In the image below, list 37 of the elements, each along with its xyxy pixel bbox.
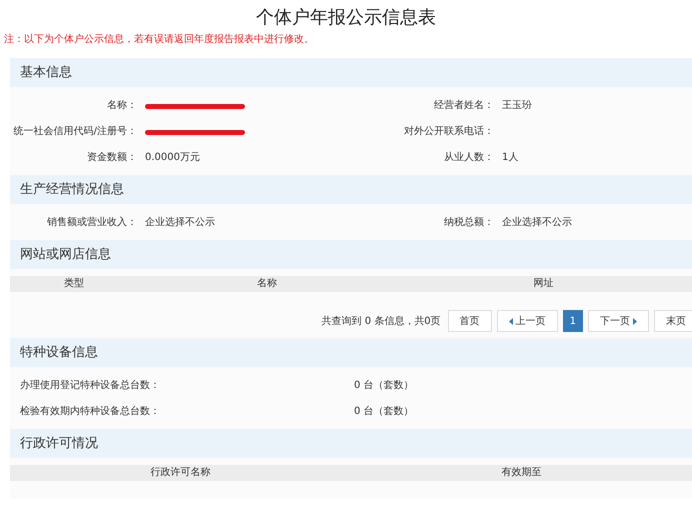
left-triangle-icon	[508, 318, 513, 324]
column-header: 网址	[532, 276, 555, 291]
field-label: 纳税总额：	[444, 216, 494, 230]
notice-text: 注：以下为个体户公示信息，若有误请返回年度报告报表中进行修改。	[4, 33, 314, 47]
field-label: 统一社会信用代码/注册号：	[14, 125, 137, 139]
column-header: 有效期至	[500, 466, 542, 480]
page-button[interactable]: 上一页	[496, 310, 558, 332]
section-header: 基本信息	[10, 58, 692, 87]
field-label: 名称：	[107, 99, 137, 113]
field-label: 销售额或营业收入：	[47, 216, 137, 230]
field-label: 办理使用登记特种设备总台数：	[20, 379, 161, 393]
section-header: 网站或网店信息	[10, 240, 692, 269]
field-value: 0 台（套数）	[354, 379, 414, 393]
page-button[interactable]: 首页	[448, 310, 492, 332]
field-label: 检验有效期内特种设备总台数：	[20, 405, 161, 419]
field-value: 0.0000万元	[145, 151, 201, 165]
field-value: 王玉玢	[502, 99, 533, 113]
right-triangle-icon	[633, 318, 637, 324]
column-header: 行政许可名称	[150, 466, 212, 480]
pager-summary: 共查询到 0 条信息，共0页	[322, 314, 441, 328]
section-header: 生产经营情况信息	[10, 175, 692, 204]
column-header: 名称	[256, 277, 278, 291]
page-button[interactable]: 下一页	[588, 310, 649, 332]
column-header: 类型	[63, 276, 86, 291]
field-label: 资金数额：	[87, 151, 137, 165]
section-header: 特种设备信息	[10, 338, 692, 367]
page-button[interactable]: 1	[562, 310, 583, 332]
field-label: 对外公开联系电话：	[404, 125, 494, 139]
field-value: 企业选择不公示	[145, 216, 216, 230]
section-header: 行政许可情况	[10, 429, 692, 458]
field-label: 经营者姓名：	[434, 99, 494, 113]
field-label: 从业人数：	[444, 151, 494, 165]
field-value: 1人	[502, 151, 520, 165]
page-title: 个体户年报公示信息表	[256, 6, 436, 30]
field-value: 企业选择不公示	[502, 216, 573, 230]
page-button[interactable]: 末页	[654, 310, 692, 332]
field-value: 0 台（套数）	[354, 405, 414, 419]
